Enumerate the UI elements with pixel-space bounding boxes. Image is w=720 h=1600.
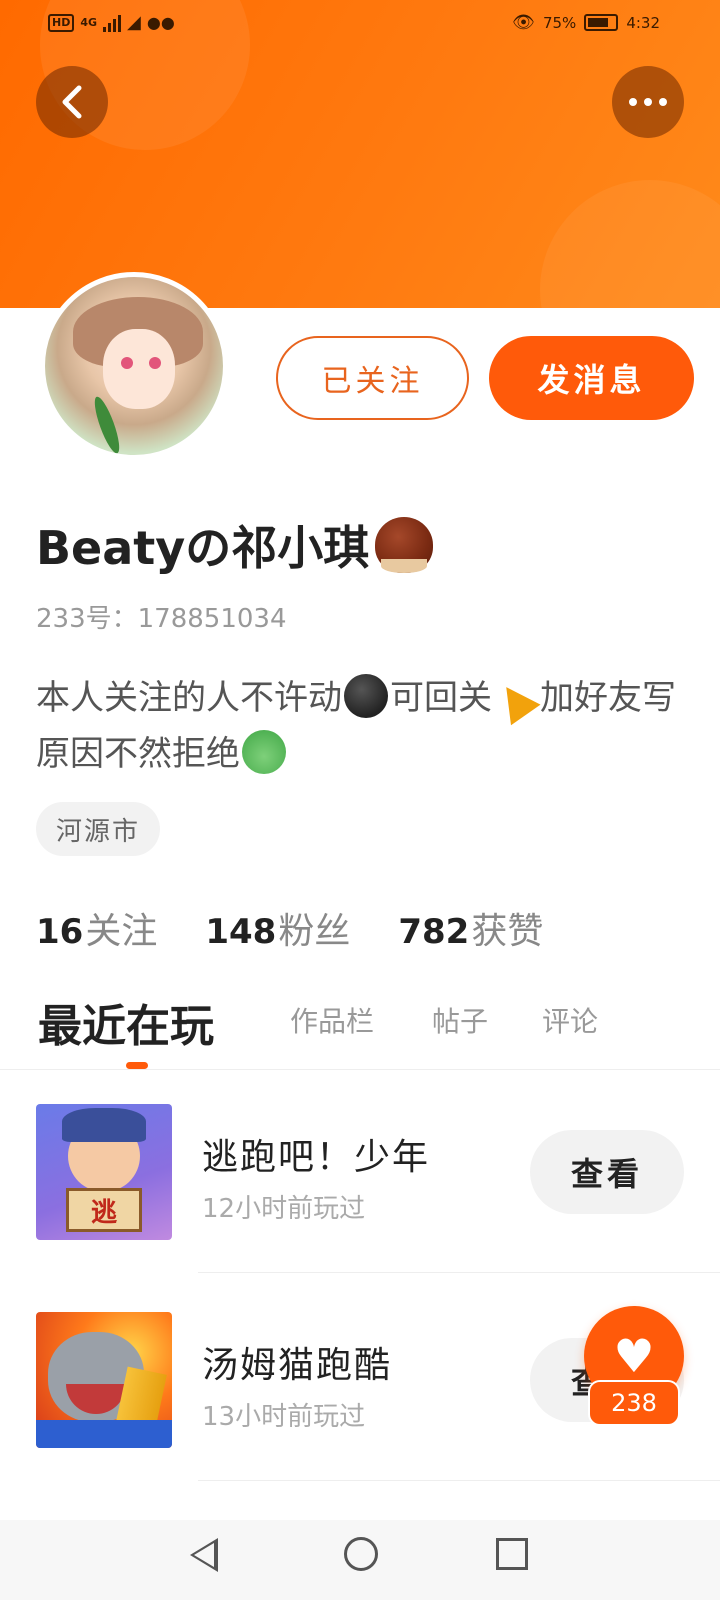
more-dots-icon [629, 98, 667, 106]
stat-label: 获赞 [471, 911, 544, 952]
stat-label: 粉丝 [278, 911, 351, 952]
profile-tabs: 最近在玩 作品栏 帖子 评论 [0, 990, 720, 1070]
stat-value: 16 [36, 912, 84, 952]
chestnut-emoji-icon [375, 517, 434, 573]
nav-recents-icon[interactable] [496, 1538, 528, 1570]
stat-followers[interactable]: 148粉丝 [205, 902, 350, 954]
game-icon: 逃 [36, 1104, 172, 1240]
user-id: 233号：178851034 [36, 604, 287, 634]
battery-icon [584, 14, 619, 31]
frog-emoji-icon [242, 729, 286, 774]
divider [198, 1480, 720, 1481]
nav-back-icon[interactable] [190, 1538, 218, 1572]
followed-button[interactable]: 已关注 [276, 336, 469, 420]
bio: 本人关注的人不许动 可回关 加好友写原因不然拒绝 [36, 670, 686, 782]
last-played: 13小时前玩过 [202, 1402, 366, 1432]
battery-percent: 75% [542, 13, 577, 32]
avatar-face [103, 329, 175, 409]
tab-comments[interactable]: 评论 [542, 1000, 598, 1040]
list-item[interactable]: 逃 逃跑吧！少年 12小时前玩过 查看 [0, 1104, 720, 1310]
signal-icon [103, 14, 122, 32]
system-nav-bar [0, 1520, 720, 1600]
avatar-eye [149, 357, 161, 369]
tab-recently-played[interactable]: 最近在玩 [38, 990, 214, 1054]
status-right: 👁 75% 4:32 [512, 12, 660, 33]
stat-following[interactable]: 16关注 [36, 902, 157, 954]
active-tab-indicator [126, 1062, 148, 1069]
tab-works[interactable]: 作品栏 [290, 1000, 374, 1040]
more-button[interactable] [612, 66, 684, 138]
nav-home-icon[interactable] [344, 1537, 378, 1571]
status-bar: HD 4G ◢ ●● 👁 75% 4:32 [0, 0, 720, 50]
wechat-icon: ●● [146, 13, 175, 32]
location-tag[interactable]: 河源市 [36, 802, 161, 856]
stat-value: 782 [398, 912, 470, 952]
nickname-text: Beatyの祁小琪 [36, 521, 370, 575]
game-icon-jacket [36, 1420, 172, 1448]
nickname: Beatyの祁小琪 [36, 512, 434, 578]
send-message-button[interactable]: 发消息 [489, 336, 694, 420]
game-name: 汤姆猫跑酷 [202, 1345, 393, 1386]
status-left: HD 4G ◢ ●● [48, 12, 175, 33]
back-button[interactable] [36, 66, 108, 138]
avatar[interactable] [40, 272, 228, 460]
like-count-badge: 238 [588, 1380, 680, 1426]
game-icon-sign: 逃 [66, 1188, 142, 1232]
game-name: 逃跑吧！少年 [202, 1137, 431, 1178]
stat-likes[interactable]: 782获赞 [398, 902, 543, 954]
tab-posts[interactable]: 帖子 [432, 1000, 488, 1040]
wifi-icon: ◢ [127, 12, 141, 33]
game-icon-hat [62, 1108, 146, 1142]
profile-stats: 16关注 148粉丝 782获赞 [36, 902, 543, 954]
bio-text: 可回关 [390, 678, 492, 718]
eye-icon: 👁 [512, 12, 535, 33]
chevron-left-icon [62, 85, 82, 119]
stat-value: 148 [205, 912, 277, 952]
avatar-eye [121, 357, 133, 369]
divider [198, 1272, 720, 1273]
bio-text: 本人关注的人不许动 [36, 678, 342, 718]
banner-decoration [540, 180, 720, 308]
dark-smile-emoji-icon [344, 673, 388, 718]
heart-icon: ♥ [613, 1329, 655, 1383]
network-type: 4G [80, 16, 98, 29]
last-played: 12小时前玩过 [202, 1194, 366, 1224]
clock: 4:32 [626, 13, 660, 32]
game-icon [36, 1312, 172, 1448]
hd-badge: HD [48, 13, 75, 32]
view-button[interactable]: 查看 [530, 1130, 684, 1214]
party-popper-emoji-icon [494, 674, 538, 718]
stat-label: 关注 [85, 911, 158, 952]
